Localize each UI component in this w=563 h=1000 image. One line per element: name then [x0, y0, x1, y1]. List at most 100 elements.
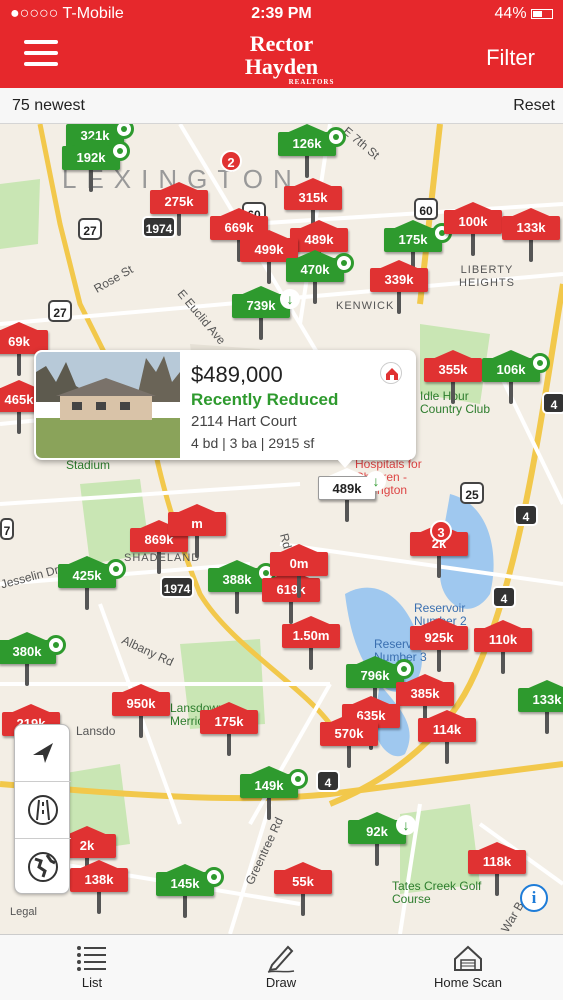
map-controls	[14, 724, 71, 895]
reset-button[interactable]: Reset	[513, 97, 555, 115]
pin-price-label: 339k	[370, 268, 428, 292]
listing-pin[interactable]: 355k	[424, 350, 482, 406]
results-bar: 75 newest Reset	[0, 88, 563, 124]
listing-pin[interactable]: 133k	[502, 208, 560, 264]
listing-pin[interactable]: 275k	[150, 182, 208, 238]
results-count: 75 newest	[12, 97, 85, 114]
new-listing-dot-icon	[106, 559, 126, 579]
listing-pin[interactable]: 126k	[278, 124, 346, 180]
listing-pin[interactable]: 489k ↓	[318, 468, 386, 524]
listing-pin[interactable]: 106k	[482, 350, 550, 406]
battery-level: 44%	[495, 5, 553, 23]
new-listing-dot-icon	[288, 769, 308, 789]
listing-pin[interactable]: 100k	[444, 202, 502, 258]
cluster-count-badge[interactable]: 2	[220, 150, 242, 172]
map-label-lansdo: Lansdo	[76, 724, 116, 738]
new-listing-dot-icon	[326, 127, 346, 147]
road-view-icon[interactable]	[15, 782, 71, 838]
tab-list[interactable]: List	[32, 935, 152, 1000]
price-drop-arrow-icon: ↓	[366, 471, 386, 491]
pin-price-label: 385k	[396, 682, 454, 706]
listing-pin[interactable]: 92k ↓	[348, 812, 416, 868]
listing-callout[interactable]: $489,000 Recently Reduced 2114 Hart Cour…	[34, 350, 416, 468]
route-shield: 7	[0, 518, 14, 540]
filter-button[interactable]: Filter	[486, 45, 535, 71]
pin-price-label: m	[168, 512, 226, 536]
listing-pin[interactable]: 118k	[468, 842, 526, 898]
new-listing-dot-icon	[530, 353, 550, 373]
cluster-count-badge[interactable]: 3	[430, 520, 452, 542]
pencil-icon	[267, 945, 295, 973]
listing-pin[interactable]: 339k	[370, 260, 428, 316]
callout-pointer	[336, 458, 354, 468]
tab-draw[interactable]: Draw	[221, 935, 341, 1000]
globe-icon[interactable]	[15, 839, 71, 895]
pin-price-label: 114k	[418, 718, 476, 742]
pin-price-label: 0m	[270, 552, 328, 576]
pin-price-label: 925k	[410, 626, 468, 650]
listing-pin[interactable]: 739k ↓	[232, 286, 300, 342]
pin-price-label: 138k	[70, 868, 128, 892]
legal-link[interactable]: Legal	[10, 906, 37, 918]
pin-price-label: 55k	[274, 870, 332, 894]
route-shield: 4	[492, 586, 516, 608]
listing-pin[interactable]: 570k	[320, 714, 378, 770]
route-shield: 27	[78, 218, 102, 240]
listing-pin[interactable]: 175k	[200, 702, 258, 758]
price-drop-arrow-icon: ↓	[280, 289, 300, 309]
listing-pin[interactable]: 149k	[240, 766, 308, 822]
listing-pin[interactable]: 388k	[208, 560, 276, 616]
route-shield: 4	[542, 392, 563, 414]
list-icon	[77, 946, 106, 971]
route-shield: 4	[316, 770, 340, 792]
listing-pin[interactable]: 925k	[410, 618, 468, 674]
listing-specs: 4 bd | 3 ba | 2915 sf	[191, 435, 315, 451]
listing-status: Recently Reduced	[191, 390, 339, 409]
listing-pin[interactable]: 1.50m	[282, 616, 340, 672]
route-shield: 60	[414, 198, 438, 220]
new-listing-dot-icon	[204, 867, 224, 887]
pin-price-label: 489k	[290, 228, 348, 252]
pin-price-label: 100k	[444, 210, 502, 234]
tab-label-list: List	[81, 975, 103, 990]
listing-pin[interactable]: 110k	[474, 620, 532, 676]
listing-pin[interactable]: 425k	[58, 556, 126, 612]
listing-pin[interactable]: 0m	[270, 544, 328, 600]
map-label-stadium: Stadium	[66, 458, 111, 472]
route-shield: 27	[48, 300, 72, 322]
pin-price-label: 315k	[284, 186, 342, 210]
listing-pin[interactable]: 55k	[274, 862, 332, 918]
home-icon[interactable]	[380, 362, 402, 384]
clock: 2:39 PM	[251, 5, 312, 22]
listing-pin[interactable]: 192k	[62, 138, 130, 194]
listing-pin[interactable]: 138k	[70, 860, 128, 916]
map-view[interactable]: LEXINGTON Rose St E Euclid Ave KENWICK L…	[0, 124, 563, 934]
listing-pin[interactable]: 380k	[0, 632, 66, 688]
info-icon[interactable]: i	[520, 884, 548, 912]
pin-price-label: 950k	[112, 692, 170, 716]
pin-price-label: 133k	[502, 216, 560, 240]
pin-price-label: 355k	[424, 358, 482, 382]
listing-photo[interactable]	[36, 352, 180, 458]
pin-price-label: 570k	[320, 722, 378, 746]
new-listing-dot-icon	[46, 635, 66, 655]
pin-price-label: 275k	[150, 190, 208, 214]
route-shield: 25	[460, 482, 484, 504]
new-listing-dot-icon	[110, 141, 130, 161]
tab-home-scan[interactable]: Home Scan	[408, 935, 528, 1000]
listing-pin[interactable]: 950k	[112, 684, 170, 740]
listing-address: 2114 Hart Court	[191, 413, 297, 430]
location-arrow-icon[interactable]	[15, 725, 71, 781]
pin-price-label: 175k	[200, 710, 258, 734]
route-shield: 4	[514, 504, 538, 526]
listing-pin[interactable]: 145k	[156, 864, 224, 920]
brand-logo: Rector Hayden REALTORS	[244, 31, 335, 86]
map-label-liberty-heights: LIBERTY HEIGHTS	[459, 264, 515, 289]
app-header: ●○○○○ T-Mobile 2:39 PM 44% Rector Hayden…	[0, 0, 563, 88]
pin-price-label: 133k	[518, 688, 563, 712]
new-listing-dot-icon	[334, 253, 354, 273]
listing-pin[interactable]: 133k	[518, 680, 563, 736]
tab-label-home-scan: Home Scan	[434, 975, 502, 990]
listing-pin[interactable]: 114k	[418, 710, 476, 766]
listing-pin[interactable]: m	[168, 504, 226, 560]
